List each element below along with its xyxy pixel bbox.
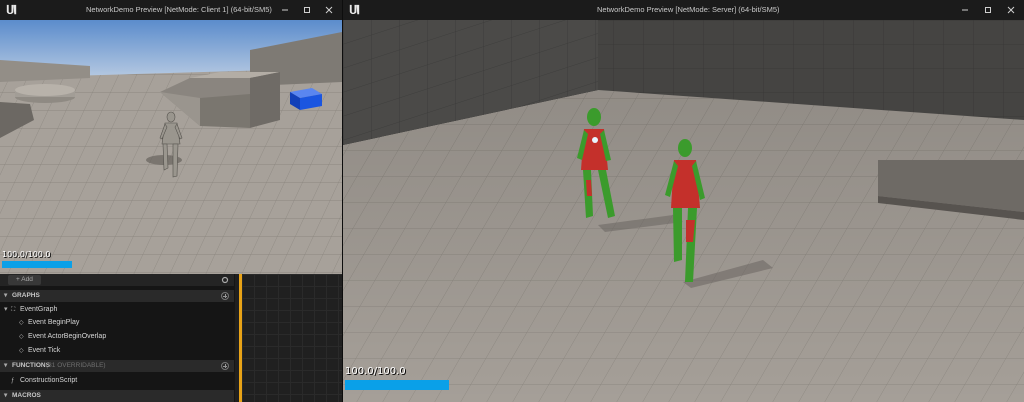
functions-header-label: FUNCTIONS [12, 362, 50, 369]
server-health-text: 100.0/100.0 [345, 366, 406, 377]
event-item[interactable]: ◇ Event Tick [0, 345, 234, 357]
macros-section-header[interactable]: ▾ MACROS [0, 390, 234, 402]
construction-script-item[interactable]: ƒ ConstructionScript [0, 375, 234, 387]
graph-editor-canvas[interactable] [239, 274, 342, 402]
collapse-arrow-icon: ▾ [4, 392, 8, 399]
server-maximize-button[interactable] [977, 0, 999, 20]
event-label: Event ActorBeginOverlap [28, 333, 107, 340]
graph-icon: ⛶ [11, 307, 16, 313]
unreal-logo-icon [6, 4, 17, 15]
event-item[interactable]: ◇ Event ActorBeginOverlap [0, 331, 234, 343]
client-preview-window: NetworkDemo Preview [NetMode: Client 1] … [0, 0, 342, 402]
add-function-icon[interactable] [221, 362, 229, 370]
unreal-logo-icon [349, 4, 360, 15]
server-minimize-button[interactable] [954, 0, 976, 20]
event-label: Event Tick [28, 347, 61, 354]
event-item[interactable]: ◇ Event BeginPlay [0, 317, 234, 329]
close-icon [1007, 6, 1015, 14]
server-close-button[interactable] [1000, 0, 1022, 20]
functions-section-header[interactable]: ▾ FUNCTIONS (31 OVERRIDABLE) [0, 360, 234, 372]
expand-arrow-icon: ▾ [4, 306, 8, 313]
event-icon: ◇ [19, 348, 24, 354]
client-minimize-button[interactable] [274, 0, 296, 20]
server-health-bar [345, 380, 449, 390]
settings-icon[interactable] [221, 276, 229, 284]
graphs-section-header[interactable]: ▾ GRAPHS [0, 290, 234, 302]
client-health-text: 100.0/100.0 [2, 250, 51, 259]
event-icon: ◇ [19, 334, 24, 340]
client-window-title: NetworkDemo Preview [NetMode: Client 1] … [86, 5, 272, 14]
client-close-button[interactable] [318, 0, 340, 20]
my-blueprint-panel: + Add ▾ GRAPHS ▾ ⛶ EventGraph ◇ Event Be… [0, 274, 342, 402]
function-icon: ƒ [11, 378, 15, 384]
event-label: Event BeginPlay [28, 319, 80, 326]
server-title-bar[interactable]: NetworkDemo Preview [NetMode: Server] (6… [343, 0, 1024, 21]
event-graph-item[interactable]: ▾ ⛶ EventGraph [0, 304, 234, 316]
server-window-title: NetworkDemo Preview [NetMode: Server] (6… [597, 5, 780, 14]
server-preview-window: NetworkDemo Preview [NetMode: Server] (6… [343, 0, 1024, 402]
server-game-viewport[interactable]: 100.0/100.0 [343, 20, 1024, 402]
graphs-header-label: GRAPHS [12, 292, 40, 299]
close-icon [325, 6, 333, 14]
collapse-arrow-icon: ▾ [4, 362, 8, 369]
add-button[interactable]: + Add [8, 275, 41, 285]
minimize-icon [282, 9, 288, 11]
client-title-bar[interactable]: NetworkDemo Preview [NetMode: Client 1] … [0, 0, 342, 21]
blueprint-toolbar: + Add [0, 274, 234, 286]
construction-script-label: ConstructionScript [20, 377, 78, 384]
maximize-icon [985, 7, 991, 13]
client-scene [0, 20, 342, 274]
client-maximize-button[interactable] [296, 0, 318, 20]
client-health-bar [2, 261, 72, 268]
event-graph-label: EventGraph [20, 306, 58, 313]
macros-header-label: MACROS [12, 392, 41, 399]
add-graph-icon[interactable] [221, 292, 229, 300]
blue-cube [290, 88, 322, 110]
maximize-icon [304, 7, 310, 13]
collapse-arrow-icon: ▾ [4, 292, 8, 299]
minimize-icon [962, 9, 968, 11]
server-scene [343, 20, 1024, 402]
functions-overridable-count: (31 OVERRIDABLE) [46, 362, 106, 369]
client-game-viewport[interactable]: 100.0/100.0 [0, 20, 342, 274]
event-icon: ◇ [19, 320, 24, 326]
